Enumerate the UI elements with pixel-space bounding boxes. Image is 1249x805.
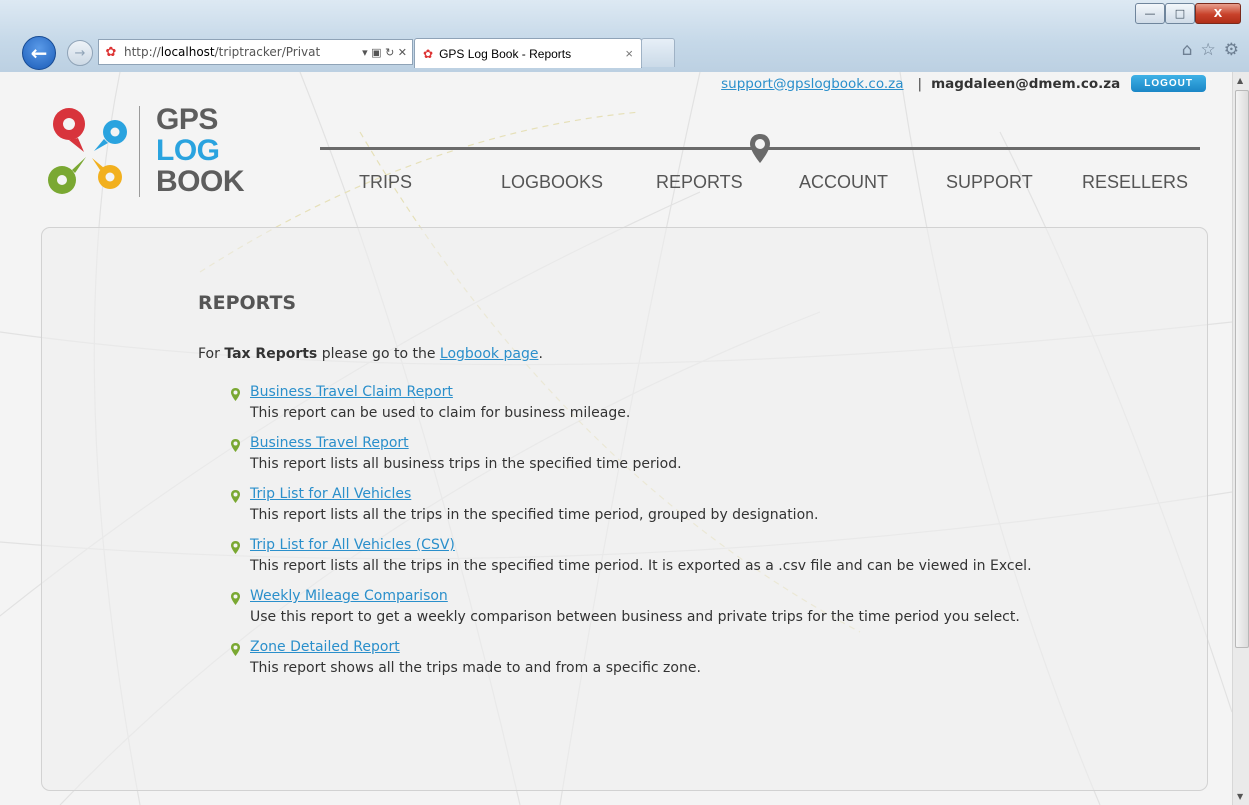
report-description: This report lists all the trips in the s… <box>250 558 1032 574</box>
tab-title: GPS Log Book - Reports <box>439 46 572 61</box>
forward-arrow-icon: → <box>74 45 86 61</box>
logbook-page-link[interactable]: Logbook page <box>440 346 539 362</box>
url-host: localhost <box>160 45 215 59</box>
report-description: This report shows all the trips made to … <box>250 660 701 676</box>
logo-text: GPS LOG BOOK <box>156 103 245 198</box>
scroll-up-arrow-icon[interactable]: ▲ <box>1237 76 1243 85</box>
nav-location-pin-icon <box>750 134 770 163</box>
tab-close-icon[interactable]: × <box>625 46 633 61</box>
user-bar-separator: | <box>917 75 923 92</box>
forward-button[interactable]: → <box>67 40 93 66</box>
address-bar[interactable]: ✿ http://localhost/triptracker/Privat ▾ … <box>98 39 413 65</box>
list-item: Trip List for All Vehicles This report l… <box>230 485 1050 527</box>
url-prefix: http:// <box>124 45 161 59</box>
map-pin-icon <box>231 592 240 605</box>
nav-reports[interactable]: REPORTS <box>656 172 743 193</box>
home-icon[interactable]: ⌂ <box>1182 40 1193 60</box>
back-button[interactable]: ← <box>22 36 56 70</box>
site-favicon-icon: ✿ <box>105 44 117 60</box>
address-controls[interactable]: ▾ ▣ ↻ ✕ <box>362 46 407 59</box>
gps-log-book-logo[interactable]: GPS LOG BOOK <box>42 102 252 202</box>
user-bar: support@gpslogbook.co.za | magdaleen@dme… <box>721 75 1206 92</box>
nav-support[interactable]: SUPPORT <box>946 172 1033 193</box>
weekly-mileage-comparison-link[interactable]: Weekly Mileage Comparison <box>250 587 1050 605</box>
intro-suffix: . <box>538 346 543 362</box>
favorites-star-icon[interactable]: ☆ <box>1201 40 1216 60</box>
business-travel-report-link[interactable]: Business Travel Report <box>250 434 1050 452</box>
nav-trips[interactable]: TRIPS <box>359 172 412 193</box>
report-description: This report can be used to claim for bus… <box>250 405 631 421</box>
tab-favicon-icon: ✿ <box>423 46 434 61</box>
logout-button[interactable]: LOGOUT <box>1131 75 1206 92</box>
intro-prefix: For <box>198 346 225 362</box>
browser-toolbar-icons: ⌂ ☆ ⚙ <box>1182 40 1239 60</box>
map-pin-icon <box>231 439 240 452</box>
zone-detailed-report-link[interactable]: Zone Detailed Report <box>250 638 1050 656</box>
trip-list-all-vehicles-csv-link[interactable]: Trip List for All Vehicles (CSV) <box>250 536 1050 554</box>
report-description: Use this report to get a weekly comparis… <box>250 609 1020 625</box>
list-item: Weekly Mileage Comparison Use this repor… <box>230 587 1050 629</box>
map-pin-icon <box>231 388 240 401</box>
url-rest: /triptracker/Privat <box>214 45 321 59</box>
logo-pins-icon <box>48 108 127 194</box>
close-window-button[interactable]: X <box>1195 3 1241 24</box>
business-travel-claim-report-link[interactable]: Business Travel Claim Report <box>250 383 1050 401</box>
browser-chrome: — □ X ← → ✿ http://localhost/triptracker… <box>0 0 1249 73</box>
maximize-button[interactable]: □ <box>1165 3 1195 24</box>
browser-tab[interactable]: ✿ GPS Log Book - Reports × <box>414 38 642 68</box>
trip-list-all-vehicles-link[interactable]: Trip List for All Vehicles <box>250 485 1050 503</box>
list-item: Business Travel Claim Report This report… <box>230 383 1050 425</box>
list-item: Business Travel Report This report lists… <box>230 434 1050 476</box>
new-tab-button[interactable] <box>641 38 675 67</box>
logo-word-book: BOOK <box>156 165 245 198</box>
list-item: Zone Detailed Report This report shows a… <box>230 638 1050 680</box>
logo-divider <box>139 106 140 197</box>
scroll-down-arrow-icon[interactable]: ▼ <box>1237 792 1243 801</box>
minimize-button[interactable]: — <box>1135 3 1165 24</box>
address-url[interactable]: http://localhost/triptracker/Privat <box>124 45 362 59</box>
tax-reports-intro: For Tax Reports please go to the Logbook… <box>198 346 543 362</box>
intro-bold: Tax Reports <box>224 346 318 362</box>
page-title: REPORTS <box>198 292 297 314</box>
map-pin-icon <box>231 541 240 554</box>
web-page: support@gpslogbook.co.za | magdaleen@dme… <box>0 72 1232 805</box>
nav-account[interactable]: ACCOUNT <box>799 172 888 193</box>
nav-resellers[interactable]: RESELLERS <box>1082 172 1188 193</box>
map-pin-icon <box>231 643 240 656</box>
report-description: This report lists all the trips in the s… <box>250 507 819 523</box>
intro-middle: please go to the <box>317 346 440 362</box>
window-controls: — □ X <box>1135 3 1241 24</box>
nav-logbooks[interactable]: LOGBOOKS <box>501 172 603 193</box>
user-email: magdaleen@dmem.co.za <box>931 75 1121 92</box>
vertical-scrollbar[interactable]: ▲ ▼ <box>1232 72 1249 805</box>
reports-panel: REPORTS For Tax Reports please go to the… <box>41 227 1208 791</box>
settings-gear-icon[interactable]: ⚙ <box>1224 40 1239 60</box>
map-pin-icon <box>231 490 240 503</box>
reports-list: Business Travel Claim Report This report… <box>230 383 1050 689</box>
scrollbar-thumb[interactable] <box>1235 90 1249 648</box>
logo-word-log: LOG <box>156 134 220 167</box>
report-description: This report lists all business trips in … <box>250 456 682 472</box>
back-arrow-icon: ← <box>30 41 48 65</box>
list-item: Trip List for All Vehicles (CSV) This re… <box>230 536 1050 578</box>
logo-word-gps: GPS <box>156 103 218 136</box>
support-email-link[interactable]: support@gpslogbook.co.za <box>721 76 903 92</box>
